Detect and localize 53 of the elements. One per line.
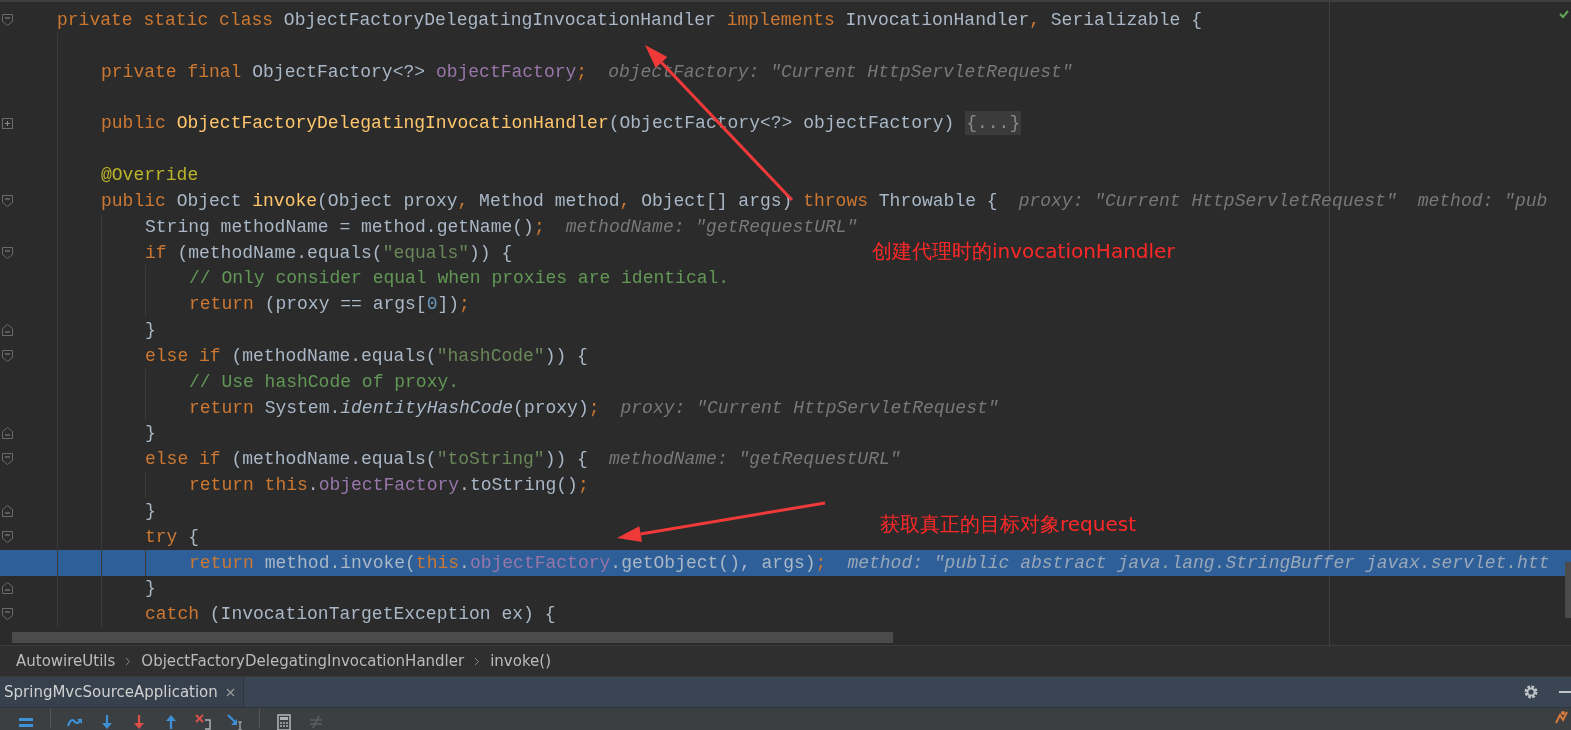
settings-icon[interactable] [1523,684,1539,701]
code-line: String methodName = method.getName(); methodName: "getRequestURL" [145,216,858,237]
code-line: } [145,423,156,444]
down-arrow-icon[interactable] [99,714,115,730]
code-line: return this.objectFactory.toString(); [189,475,589,496]
code-line: else if (methodName.equals("toString")) { methodName: "getRequestURL" [145,449,901,470]
annotation-text: 获取真正的目标对象request [880,511,1137,538]
diagonal-arrow-icon[interactable] [227,714,243,730]
vertical-scrollbar[interactable] [1565,562,1571,618]
code-line: return System.identityHashCode(proxy); proxy: "Current HttpServletRequest" [189,397,999,418]
code-line: return (proxy == args[0]); [189,294,470,315]
fold-icon[interactable] [1,427,13,440]
calculator-icon[interactable] [276,714,292,730]
horizontal-scrollbar[interactable] [12,632,893,644]
code-line: if (methodName.equals("equals")) { [145,242,513,263]
down-arrow-icon[interactable] [131,714,147,730]
code-line: } [145,578,156,599]
breadcrumb-item[interactable]: AutowireUtils [16,652,116,671]
cross-icon[interactable] [195,714,211,730]
fold-icon[interactable] [1,194,13,207]
code-line: } [145,320,156,341]
code-line: @Override [101,165,199,185]
code-line: public Object invoke(Object proxy, Method method, Object[] args) throws Throwable { proxy: "Current HttpServletRequest" method: "pub [101,190,1548,211]
fold-icon[interactable] [1,530,13,543]
fold-icon[interactable] [1,349,13,362]
breadcrumb-item[interactable]: ObjectFactoryDelegatingInvocationHandler [141,652,465,671]
run-tab[interactable]: SpringMvcSourceApplication [0,677,244,707]
code-line: private static class ObjectFactoryDelegatingInvocationHandler implements InvocationHandler, Serializable { [57,9,1203,30]
chevron-icon [125,656,132,666]
fold-icon[interactable] [1,582,13,595]
breadcrumb-item[interactable]: invoke() [490,652,551,671]
code-line: else if (methodName.equals("hashCode")) { [145,345,588,366]
fold-icon[interactable] [1,13,13,26]
fold-icon[interactable] [1,453,13,466]
code-editor[interactable] [0,0,1571,646]
fold-icon[interactable] [1,324,13,337]
check-icon [1559,10,1569,19]
up-arrow-icon[interactable] [163,714,179,730]
code-line: catch (InvocationTargetException ex) { [145,604,556,625]
code-line: } [145,500,156,521]
chevron-icon [474,656,481,666]
expand-icon[interactable] [1,117,13,129]
code-line: return method.invoke(this.objectFactory.getObject(), args); method: "public abstract java.lang.StringBuffer javax.servlet.htt [189,552,1550,573]
fold-icon[interactable] [1,608,13,621]
code-line: // Use hashCode of proxy. [189,371,460,392]
annotation-text: 创建代理时的invocationHandler [872,238,1175,265]
zigzag-icon[interactable] [1555,710,1569,724]
fold-icon[interactable] [1,504,13,517]
close-icon[interactable] [225,687,235,697]
fold-icon[interactable] [1,246,13,259]
code-line: // Only consider equal when proxies are identical. [189,268,730,289]
minimize-icon[interactable] [1559,690,1571,694]
code-line: try { [145,526,200,547]
